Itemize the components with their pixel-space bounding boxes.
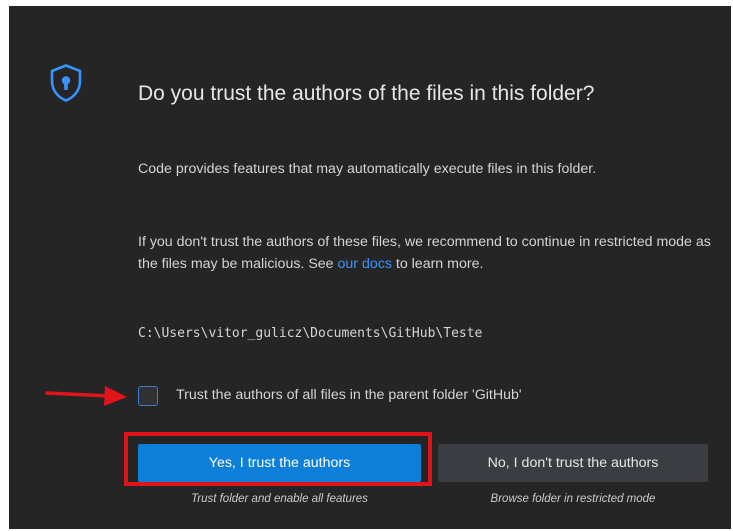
- trust-parent-folder-checkbox[interactable]: [138, 386, 158, 406]
- dialog-title: Do you trust the authors of the files in…: [138, 82, 595, 105]
- folder-path: C:\Users\vitor_gulicz\Documents\GitHub\T…: [138, 326, 483, 341]
- description-paragraph: Code provides features that may automati…: [138, 161, 597, 177]
- paragraph-text-end: to learn more.: [391, 256, 484, 272]
- workspace-trust-dialog: Do you trust the authors of the files in…: [9, 6, 731, 529]
- dont-trust-button-caption: Browse folder in restricted mode: [490, 493, 656, 505]
- dont-trust-authors-button[interactable]: No, I don't trust the authors: [438, 444, 708, 482]
- shield-keyhole-icon: [50, 64, 82, 102]
- docs-link[interactable]: our docs: [338, 256, 392, 272]
- restricted-mode-paragraph: If you don't trust the authors of these …: [138, 231, 718, 275]
- trust-button-caption: Trust folder and enable all features: [191, 493, 368, 505]
- red-arrow-annotation: [45, 386, 127, 406]
- trust-authors-button[interactable]: Yes, I trust the authors: [138, 444, 421, 482]
- trust-parent-folder-label[interactable]: Trust the authors of all files in the pa…: [176, 387, 522, 403]
